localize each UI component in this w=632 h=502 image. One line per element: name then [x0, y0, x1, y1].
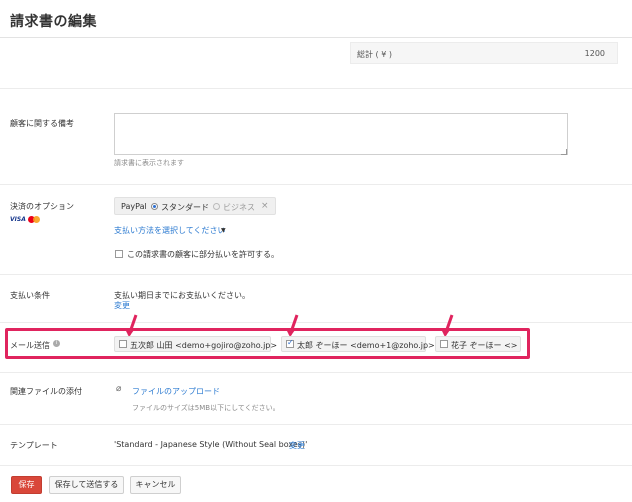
recipient-checkbox[interactable] [286, 338, 294, 348]
divider [0, 322, 632, 323]
divider [0, 424, 632, 425]
template-label: テンプレート [10, 441, 58, 450]
page-header: 請求書の編集 [0, 0, 632, 38]
attachment-hint: ファイルのサイズは5MB以下にしてください。 [132, 404, 280, 412]
radio-business[interactable] [213, 203, 220, 210]
select-payment-method-link[interactable]: 支払い方法を選択してください [114, 225, 226, 236]
terms-change-link[interactable]: 変更 [114, 300, 130, 311]
page-title: 請求書の編集 [10, 14, 97, 30]
total-bar: 総計 ( ¥ ) 1200 [350, 42, 618, 64]
recipient-chip[interactable]: 五次郎 山田 <demo+gojiro@zoho.jp> [114, 336, 277, 352]
divider [0, 88, 632, 89]
caret-down-icon[interactable]: ▼ [221, 227, 226, 234]
upload-file-link[interactable]: ファイルのアップロード [132, 386, 220, 397]
recipient-checkbox[interactable] [440, 340, 448, 348]
divider [0, 274, 632, 275]
recipient-label: 花子 ぞーほー <> [451, 341, 518, 350]
template-value: 'Standard - Japanese Style (Without Seal… [114, 440, 308, 449]
recipient-label: 五次郎 山田 <demo+gojiro@zoho.jp> [130, 341, 278, 350]
template-change-link[interactable]: 変更 [289, 440, 305, 451]
mastercard-icon [27, 215, 40, 223]
terms-label: 支払い条件 [10, 291, 50, 300]
notes-hint: 請求書に表示されます [114, 159, 184, 167]
save-button[interactable]: 保存 [11, 476, 42, 494]
recipient-chip[interactable]: 太郎 ぞーほー <demo+1@zoho.jp> [281, 336, 435, 352]
payment-logos: VISA [10, 215, 40, 223]
save-and-send-button[interactable]: 保存して送信する [49, 476, 124, 494]
terms-text: 支払い期日までにお支払いください。 [114, 291, 250, 300]
remove-paypal-icon[interactable]: × [261, 201, 269, 211]
divider [0, 372, 632, 373]
notes-label: 顧客に関する備考 [10, 119, 74, 128]
total-value: 1200 [584, 49, 605, 58]
attachment-label: 関連ファイルの添付 [10, 387, 82, 396]
radio-standard[interactable] [151, 203, 158, 210]
recipient-label: 太郎 ぞーほー <demo+1@zoho.jp> [297, 341, 435, 350]
resize-grip-icon[interactable] [561, 149, 567, 155]
recipient-chip[interactable]: 花子 ぞーほー <> [435, 336, 521, 352]
divider [0, 465, 632, 466]
cancel-button[interactable]: キャンセル [130, 476, 181, 494]
recipient-checkbox[interactable] [119, 340, 127, 348]
total-label: 総計 ( ¥ ) [357, 50, 392, 59]
divider [0, 184, 632, 185]
visa-icon: VISA [10, 215, 26, 223]
partial-payment-checkbox[interactable] [115, 250, 123, 258]
option-business: ビジネス [223, 203, 255, 212]
payment-label: 決済のオプション [10, 202, 74, 211]
partial-payment-label: この請求書の顧客に部分払いを許可する。 [127, 250, 279, 259]
paypal-label: PayPal [121, 202, 147, 211]
option-standard: スタンダード [161, 203, 209, 212]
paypal-option: PayPal スタンダード ビジネス × [114, 197, 276, 215]
paperclip-icon: ⌀ [116, 384, 122, 394]
notes-textarea[interactable] [114, 113, 568, 155]
